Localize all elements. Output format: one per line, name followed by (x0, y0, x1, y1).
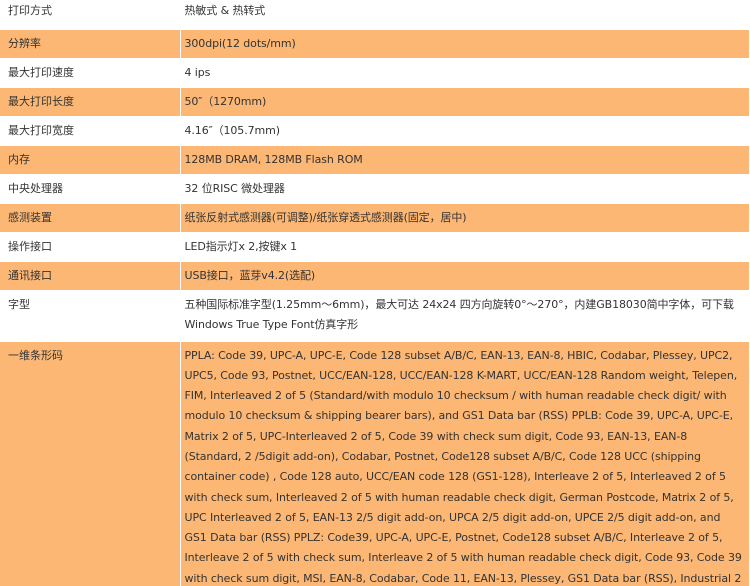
spec-label: 最大打印长度 (0, 87, 181, 117)
spec-value: 4 ips (180, 58, 750, 88)
spec-label: 感测装置 (0, 203, 181, 233)
spec-value: 五种国际标准字型(1.25mm～6mm)，最大可达 24x24 四方向旋转0°～… (180, 290, 750, 342)
spec-value: 纸张反射式感测器(可调整)/纸张穿透式感测器(固定，居中) (180, 203, 750, 233)
spec-label: 内存 (0, 145, 181, 175)
spec-row-cpu: 中央处理器 32 位RISC 微处理器 (0, 174, 750, 204)
spec-value: 热敏式 & 热转式 (180, 0, 750, 30)
spec-value: 4.16″（105.7mm) (180, 116, 750, 146)
spec-label: 中央处理器 (0, 174, 181, 204)
spec-value: PPLA: Code 39, UPC-A, UPC-E, Code 128 su… (180, 341, 750, 586)
spec-row-resolution: 分辨率 300dpi(12 dots/mm) (0, 29, 750, 59)
spec-label: 通讯接口 (0, 261, 181, 291)
spec-row-fonts: 字型 五种国际标准字型(1.25mm～6mm)，最大可达 24x24 四方向旋转… (0, 290, 750, 342)
spec-value: 128MB DRAM, 128MB Flash ROM (180, 145, 750, 175)
spec-table: 打印方式 热敏式 & 热转式 分辨率 300dpi(12 dots/mm) 最大… (0, 0, 750, 586)
spec-label: 打印方式 (0, 0, 181, 30)
spec-label: 字型 (0, 290, 181, 342)
spec-row-operation-interface: 操作接口 LED指示灯x 2,按键x 1 (0, 232, 750, 262)
spec-label: 最大打印宽度 (0, 116, 181, 146)
spec-row-max-length: 最大打印长度 50″（1270mm) (0, 87, 750, 117)
spec-row-memory: 内存 128MB DRAM, 128MB Flash ROM (0, 145, 750, 175)
spec-row-max-width: 最大打印宽度 4.16″（105.7mm) (0, 116, 750, 146)
spec-label: 最大打印速度 (0, 58, 181, 88)
spec-row-max-speed: 最大打印速度 4 ips (0, 58, 750, 88)
spec-value: USB接口，蓝芽v4.2(选配) (180, 261, 750, 291)
spec-row-communication-interface: 通讯接口 USB接口，蓝芽v4.2(选配) (0, 261, 750, 291)
spec-row-sensor: 感测装置 纸张反射式感测器(可调整)/纸张穿透式感测器(固定，居中) (0, 203, 750, 233)
spec-value: LED指示灯x 2,按键x 1 (180, 232, 750, 262)
spec-value: 50″（1270mm) (180, 87, 750, 117)
spec-value: 300dpi(12 dots/mm) (180, 29, 750, 59)
spec-row-print-method: 打印方式 热敏式 & 热转式 (0, 0, 750, 30)
spec-label: 分辨率 (0, 29, 181, 59)
spec-row-1d-barcode: 一维条形码 PPLA: Code 39, UPC-A, UPC-E, Code … (0, 341, 750, 586)
spec-label: 操作接口 (0, 232, 181, 262)
spec-label: 一维条形码 (0, 341, 181, 586)
spec-value: 32 位RISC 微处理器 (180, 174, 750, 204)
